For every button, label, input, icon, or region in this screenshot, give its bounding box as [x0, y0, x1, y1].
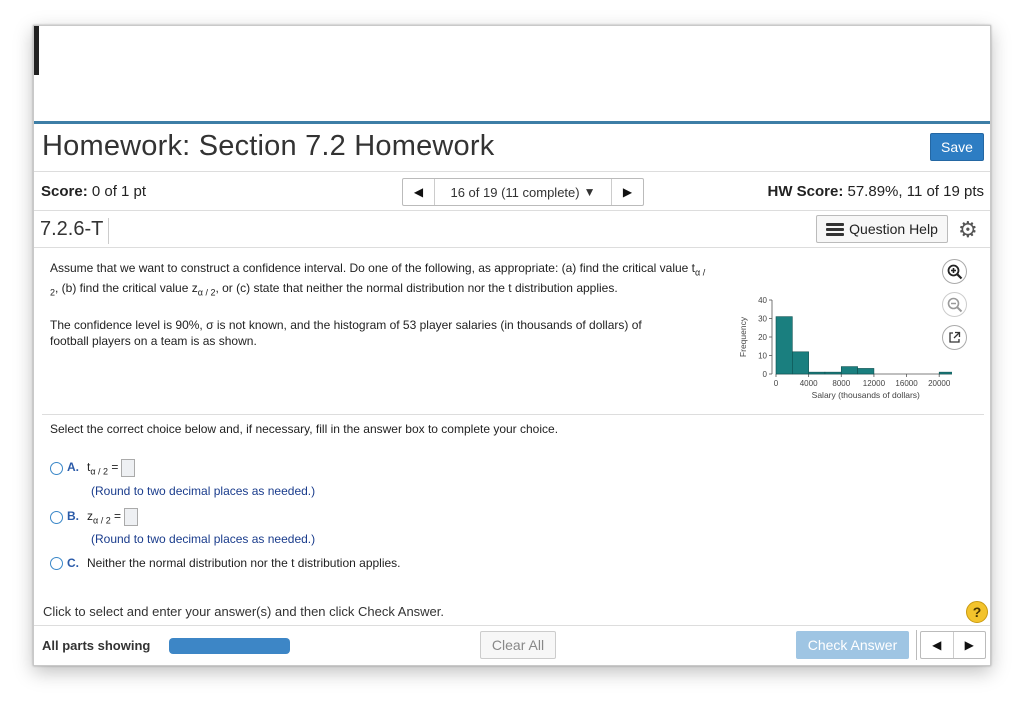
question-position: 16 of 19 (11 complete): [450, 184, 580, 200]
choice-c-letter: C.: [67, 556, 79, 570]
chevron-down-icon: ▼: [583, 185, 596, 199]
choice-a-radio[interactable]: [50, 461, 63, 475]
x-axis-label: Salary (thousands of dollars): [812, 390, 920, 400]
bottom-toolbar: All parts showing Clear All Check Answer…: [34, 625, 990, 665]
choice-c-text: Neither the normal distribution nor the …: [87, 556, 401, 570]
bottom-previous-button[interactable]: ◀: [921, 632, 954, 658]
question-help-button[interactable]: Question Help: [816, 215, 948, 243]
footer-prompt: Click to select and enter your answer(s)…: [43, 604, 445, 619]
gear-icon[interactable]: ⚙: [958, 217, 978, 243]
histogram-bar: [775, 316, 793, 375]
x-tick-label: 4000: [800, 379, 818, 388]
question-text: Assume that we want to construct a confi…: [50, 260, 710, 365]
score-row: Score: 0 of 1 pt ◀ 16 of 19 (11 complete…: [34, 171, 990, 211]
parts-label: All parts showing: [42, 638, 151, 653]
triangle-left-icon: ◀: [413, 185, 424, 199]
choice-c-radio[interactable]: [50, 557, 63, 571]
y-axis-label: Frequency: [738, 316, 748, 357]
question-paragraph-1: Assume that we want to construct a confi…: [50, 261, 706, 298]
salary-histogram: 0 10 20 30 40 0 4000 8000 12000 16000 20000 Salary …: [738, 296, 952, 400]
choice-b-radio[interactable]: [50, 510, 63, 524]
instruction-text: Select the correct choice below and, if …: [50, 422, 559, 436]
save-button[interactable]: Save: [930, 133, 984, 161]
zoom-out-icon[interactable]: [942, 292, 967, 317]
section-divider: [42, 414, 984, 415]
toolbar-separator: [916, 630, 917, 660]
choice-b-letter: B.: [67, 509, 79, 524]
hw-score: HW Score: 57.89%, 11 of 19 pts: [767, 183, 984, 200]
question-paragraph-2: The confidence level is 90%, σ is not kn…: [50, 317, 642, 348]
histogram-bar: [840, 366, 858, 375]
x-tick-label: 20000: [928, 379, 951, 388]
bottom-question-navigator: ◀ ▶: [920, 631, 986, 659]
score-value: 0 of 1 pt: [91, 183, 147, 200]
choice-b-hint: (Round to two decimal places as needed.): [91, 532, 316, 546]
choice-b-answer-box[interactable]: [124, 508, 139, 526]
choice-c[interactable]: C. Neither the normal distribution nor th…: [50, 556, 401, 571]
parts-progress-bar: [169, 638, 290, 654]
choice-b[interactable]: B. zα / 2 =: [50, 508, 139, 526]
next-question-button[interactable]: ▶: [611, 179, 643, 205]
score-label: Score:: [41, 183, 88, 200]
question-help-label: Question Help: [849, 221, 938, 237]
triangle-right-icon: ▶: [622, 185, 633, 199]
x-tick-label: 16000: [895, 379, 918, 388]
y-tick-label: 10: [758, 352, 767, 361]
help-icon[interactable]: ?: [966, 601, 988, 623]
homework-window: Homework: Section 7.2 Homework Save Scor…: [33, 25, 991, 666]
question-navigator: ◀ 16 of 19 (11 complete) ▼ ▶: [402, 178, 644, 206]
top-banner: [34, 26, 990, 124]
popout-icon[interactable]: [942, 325, 967, 350]
question-header: 7.2.6-T Question Help ⚙: [34, 212, 990, 248]
histogram-bar: [808, 371, 826, 375]
histogram-bar: [792, 351, 809, 375]
y-tick-label: 20: [758, 333, 767, 342]
left-accent-bar: [34, 26, 39, 75]
clear-all-button[interactable]: Clear All: [480, 631, 556, 659]
x-tick-label: 8000: [832, 379, 850, 388]
score: Score: 0 of 1 pt: [41, 183, 146, 200]
check-answer-button[interactable]: Check Answer: [796, 631, 909, 659]
histogram-bar: [938, 371, 952, 375]
question-select-dropdown[interactable]: 16 of 19 (11 complete) ▼: [435, 179, 611, 205]
choice-a-answer-box[interactable]: [121, 459, 136, 477]
y-tick-label: 40: [758, 296, 767, 305]
x-tick-label: 12000: [863, 379, 886, 388]
choice-a-letter: A.: [67, 460, 79, 475]
hw-score-value: 57.89%, 11 of 19 pts: [847, 183, 985, 200]
histogram-bar: [857, 368, 875, 375]
choice-a-hint: (Round to two decimal places as needed.): [91, 484, 316, 498]
page-title: Homework: Section 7.2 Homework: [42, 130, 495, 162]
hw-score-label: HW Score:: [767, 183, 844, 200]
question-id: 7.2.6-T: [40, 218, 110, 244]
bottom-next-button[interactable]: ▶: [954, 632, 986, 658]
triangle-right-icon: ▶: [964, 638, 974, 652]
triangle-left-icon: ◀: [932, 638, 942, 652]
x-tick-label: 0: [774, 379, 779, 388]
y-tick-label: 30: [758, 315, 767, 324]
histogram-bar: [824, 371, 842, 375]
zoom-in-icon[interactable]: [942, 259, 967, 284]
previous-question-button[interactable]: ◀: [403, 179, 435, 205]
y-tick-label: 0: [763, 370, 768, 379]
choice-a[interactable]: A. tα / 2 =: [50, 459, 136, 477]
list-icon: [826, 222, 845, 236]
